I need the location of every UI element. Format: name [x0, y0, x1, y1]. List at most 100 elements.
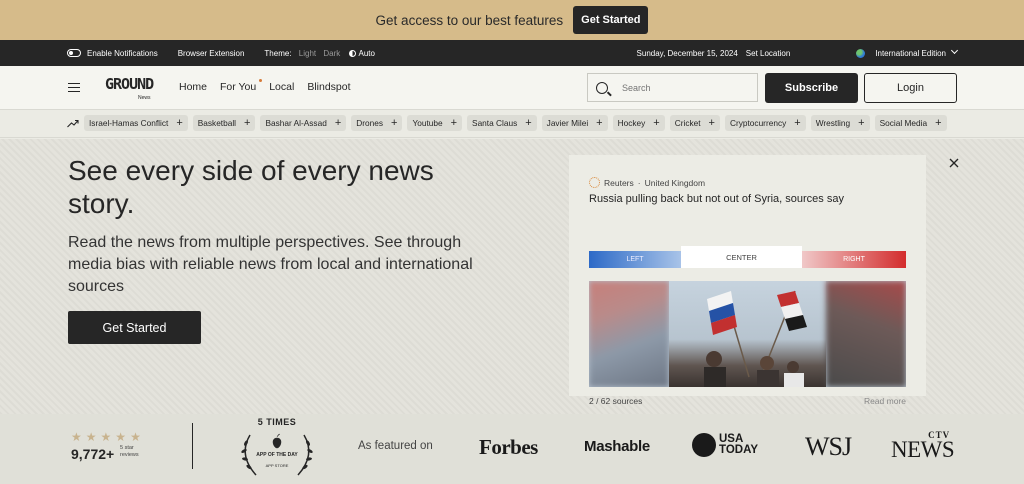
read-more-link[interactable]: Read more: [864, 396, 906, 406]
plus-icon[interactable]: +: [935, 118, 941, 129]
primary-nav: Home For You Local Blindspot: [179, 79, 351, 93]
chevron-down-icon: [950, 46, 959, 55]
story-photo[interactable]: [589, 281, 906, 387]
usa-today-dot-icon: [692, 433, 716, 457]
main-header: GROUND News Home For You Local Blindspot…: [0, 66, 1024, 110]
trending-topics-bar: Israel-Hamas Conflict + Basketball + Bashar …: [0, 110, 1024, 138]
star-icon: ★: [100, 430, 112, 444]
theme-selector: Theme: Light Dark Auto: [264, 49, 375, 58]
close-icon[interactable]: [948, 157, 960, 169]
ctv-news-logo: CTV NEWS: [891, 430, 955, 462]
usa-today-line-2: TODAY: [719, 444, 758, 456]
promo-get-started-button[interactable]: Get Started: [573, 6, 649, 34]
bias-tab-center[interactable]: CENTER: [681, 246, 802, 268]
theme-label: Theme:: [264, 48, 292, 58]
promo-banner: Get access to our best features Get Star…: [0, 0, 1024, 40]
divider: [192, 423, 193, 469]
wsj-logo: WSJ: [805, 432, 852, 461]
reuters-logo-icon: [589, 177, 600, 188]
plus-icon[interactable]: +: [391, 118, 397, 129]
award-line-2: APP STORE: [265, 463, 289, 468]
browser-extension-link[interactable]: Browser Extension: [178, 49, 245, 58]
topic-chip[interactable]: Basketball +: [192, 115, 256, 131]
story-headline[interactable]: Russia pulling back but not out of Syria…: [589, 193, 844, 205]
plus-icon[interactable]: +: [525, 118, 531, 129]
plus-icon[interactable]: +: [709, 118, 715, 129]
toggle-icon: [67, 49, 81, 58]
utility-bar: Enable Notifications Browser Extension T…: [0, 40, 1024, 66]
topic-chip[interactable]: Santa Claus +: [467, 115, 537, 131]
bias-tab-right[interactable]: RIGHT: [802, 251, 906, 268]
enable-notifications-toggle[interactable]: Enable Notifications: [67, 49, 158, 58]
subscribe-button[interactable]: Subscribe: [765, 73, 858, 103]
search-input[interactable]: [622, 82, 742, 93]
review-count: 9,772+: [71, 446, 115, 462]
topic-chip-label: Israel-Hamas Conflict: [89, 118, 169, 128]
topic-chip[interactable]: Cryptocurrency +: [724, 115, 806, 131]
plus-icon[interactable]: +: [335, 118, 341, 129]
login-button[interactable]: Login: [864, 73, 957, 103]
topic-chip[interactable]: Social Media +: [874, 115, 947, 131]
topic-chip[interactable]: Wrestling +: [810, 115, 870, 131]
hero-get-started-button[interactable]: Get Started: [68, 311, 201, 344]
search-icon: [596, 81, 608, 94]
edition-label: International Edition: [875, 49, 946, 58]
theme-dark-option[interactable]: Dark: [323, 49, 340, 58]
theme-light-option[interactable]: Light: [299, 49, 316, 58]
star-icon: ★: [115, 430, 127, 444]
topic-chip-label: Bashar Al-Assad: [265, 118, 327, 128]
theme-auto-option[interactable]: Auto: [359, 49, 375, 58]
topic-chip[interactable]: Bashar Al-Assad +: [260, 115, 347, 131]
nav-for-you[interactable]: For You: [220, 79, 263, 93]
plus-icon[interactable]: +: [176, 118, 182, 129]
nav-local[interactable]: Local: [269, 81, 294, 93]
photo-right-blur: [826, 281, 906, 387]
nav-home[interactable]: Home: [179, 81, 207, 93]
notifications-label: Enable Notifications: [87, 48, 158, 58]
plus-icon[interactable]: +: [244, 118, 250, 129]
set-location-link[interactable]: Set Location: [746, 49, 790, 58]
separator-dot: ·: [637, 177, 641, 188]
app-of-day-award: 5 TIMES APP OF THE DAY APP STORE: [236, 417, 318, 479]
search-box[interactable]: [587, 73, 758, 102]
star-rating: ★ ★ ★ ★ ★: [71, 430, 141, 444]
source-name: Reuters: [604, 177, 634, 188]
story-card[interactable]: Reuters · United Kingdom Russia pulling …: [569, 155, 926, 406]
review-subtitle: 5 star reviews: [120, 445, 139, 458]
topic-chip[interactable]: Hockey +: [612, 115, 665, 131]
auto-theme-icon: [348, 49, 356, 57]
hero-title: See every side of every news story.: [68, 155, 434, 219]
topic-chip-list: Israel-Hamas Conflict + Basketball + Bashar …: [84, 115, 957, 131]
bias-tab-left[interactable]: LEFT: [589, 251, 681, 268]
topic-chip[interactable]: Youtube +: [407, 115, 463, 131]
trending-icon: [67, 119, 79, 128]
logo-wordmark: GROUND: [105, 75, 154, 93]
plus-icon[interactable]: +: [858, 118, 864, 129]
topic-chip-label: Youtube: [412, 118, 443, 128]
hamburger-menu-icon[interactable]: [68, 83, 80, 92]
plus-icon[interactable]: +: [451, 118, 457, 129]
edition-selector[interactable]: International Edition: [875, 46, 959, 58]
plus-icon[interactable]: +: [596, 118, 602, 129]
ground-news-logo[interactable]: GROUND News: [105, 75, 154, 103]
topic-chip-label: Social Media: [879, 118, 928, 128]
social-proof-strip: ★ ★ ★ ★ ★ 9,772+ 5 star reviews 5 TIMES APP …: [0, 414, 1024, 484]
topic-chip[interactable]: Cricket +: [669, 115, 720, 131]
award-line-1: APP OF THE DAY: [256, 452, 298, 458]
hero-section: See every side of every news story. Read…: [0, 139, 1024, 414]
current-date: Sunday, December 15, 2024: [636, 48, 738, 58]
topic-chip-label: Javier Milei: [546, 118, 589, 128]
plus-icon[interactable]: +: [653, 118, 659, 129]
award-times: 5 TIMES: [257, 417, 297, 427]
topic-chip[interactable]: Javier Milei +: [541, 115, 608, 131]
forbes-logo: Forbes: [479, 435, 538, 459]
star-icon: ★: [130, 430, 141, 444]
featured-on-label: As featured on: [358, 440, 433, 452]
flag-protest-illustration: [704, 290, 807, 387]
topic-chip[interactable]: Israel-Hamas Conflict +: [84, 115, 188, 131]
plus-icon[interactable]: +: [794, 118, 800, 129]
topic-chip-label: Santa Claus: [472, 118, 518, 128]
promo-text: Get access to our best features: [375, 12, 564, 28]
nav-blindspot[interactable]: Blindspot: [307, 81, 350, 93]
topic-chip[interactable]: Drones +: [351, 115, 403, 131]
